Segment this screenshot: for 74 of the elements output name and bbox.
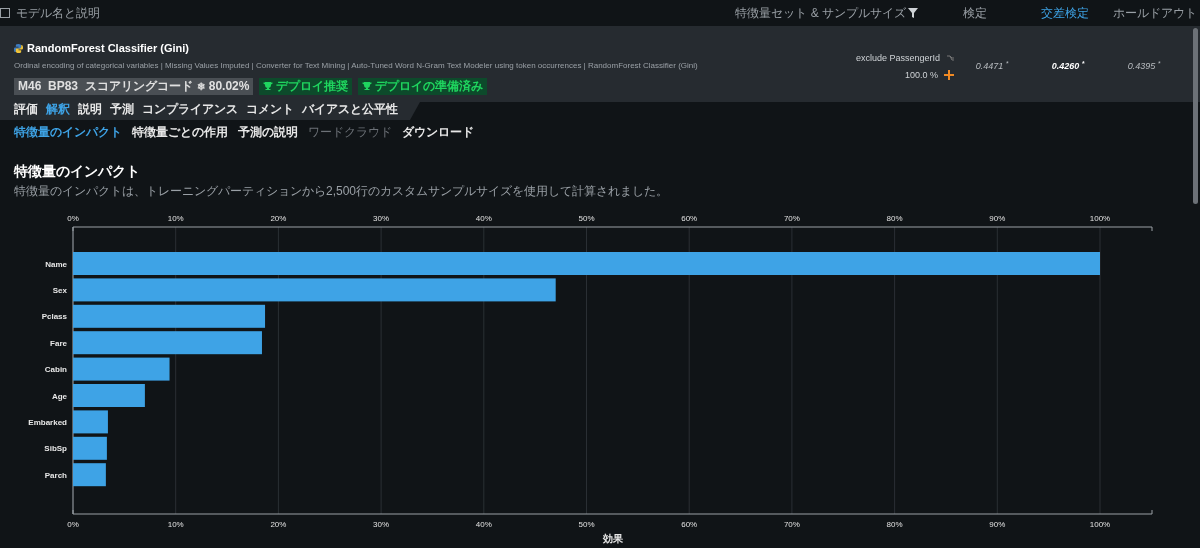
- category-label: Sex: [52, 285, 67, 295]
- tab[interactable]: 解釈: [46, 102, 70, 116]
- category-label: SibSp: [44, 444, 67, 454]
- tick-label: 30%: [373, 520, 390, 529]
- checkbox[interactable]: [0, 8, 10, 18]
- model-description: Ordinal encoding of categorical variables | Missing Values Imputed | Converter for Text Mining | Auto-Tuned Word N-Gram Text Modeler using token occurrences | RandomForest Classifier (Gini): [14, 59, 699, 72]
- category-label: Cabin: [44, 365, 67, 375]
- section-subtitle: 特徴量のインパクトは、トレーニングパーティションから2,500行のカスタムサンプルサイズを使用して計算されました。: [13, 183, 670, 200]
- tick-label: 20%: [270, 520, 287, 529]
- column-header[interactable]: 検定: [963, 4, 987, 22]
- tick-label: 70%: [783, 214, 800, 223]
- tick-label: 30%: [373, 214, 390, 223]
- score-value: 0.4471 $^{*}$: [975, 60, 1009, 73]
- tab[interactable]: 評価: [14, 102, 38, 116]
- score-value: 0.4395 $^{*}$: [1127, 60, 1161, 73]
- badge-text: M46 BP83 スコアリングコード: [18, 78, 193, 94]
- tick-label: 10%: [167, 214, 184, 223]
- tick-label: 60%: [681, 520, 698, 529]
- subtab[interactable]: 特徴量のインパクト: [14, 123, 122, 141]
- column-header[interactable]: ホールドアウト: [1113, 4, 1197, 22]
- tick-label: 100%: [1089, 214, 1111, 223]
- plus-icon[interactable]: [944, 70, 954, 81]
- tick-label: 50%: [578, 520, 595, 529]
- tick-label: 90%: [989, 520, 1006, 529]
- category-label: Name: [45, 259, 67, 269]
- axis-title: 効果: [602, 533, 623, 544]
- bar: [73, 384, 145, 407]
- category-label: Embarked: [28, 417, 67, 427]
- tick-label: 20%: [270, 214, 287, 223]
- tick-label: 70%: [783, 520, 800, 529]
- category-label: Pclass: [41, 312, 67, 322]
- tab[interactable]: バイアスと公平性: [302, 102, 398, 116]
- python-icon: [14, 43, 23, 53]
- tab[interactable]: コンプライアンス: [142, 102, 238, 116]
- tick-label: 80%: [886, 214, 903, 223]
- column-label: モデル名と説明: [16, 5, 100, 22]
- tick-label: 50%: [578, 214, 595, 223]
- category-label: Age: [51, 391, 67, 401]
- tick-label: 80%: [886, 520, 903, 529]
- category-label: Parch: [44, 470, 67, 480]
- scrollbar[interactable]: [1193, 28, 1198, 204]
- tab[interactable]: 説明: [78, 102, 102, 116]
- bar: [73, 463, 106, 487]
- sample-size: 100.0 %: [904, 68, 938, 82]
- tab[interactable]: 予測: [110, 102, 134, 116]
- tick-label: 60%: [681, 214, 698, 223]
- badge-text: デプロイ推奨: [276, 78, 349, 94]
- badge-percent: 80.02%: [208, 78, 250, 94]
- category-label: Fare: [50, 338, 67, 348]
- column-header[interactable]: 特徴量セット & サンプルサイズ: [735, 4, 906, 22]
- trophy-icon: [362, 81, 373, 91]
- filter-icon[interactable]: [908, 8, 918, 18]
- tick-label: 40%: [475, 214, 492, 223]
- bar: [73, 436, 107, 460]
- model-name[interactable]: RandomForest Classifier (Gini): [27, 40, 189, 57]
- feature-set: exclude PassengerId: [855, 52, 940, 65]
- tick-label: 10%: [167, 520, 184, 529]
- tick-label: 0%: [67, 214, 79, 223]
- bar: [73, 410, 108, 434]
- network-icon: [946, 55, 954, 63]
- subtab[interactable]: 予測の説明: [238, 123, 298, 141]
- column-header[interactable]: 交差検定: [1041, 4, 1089, 22]
- tab[interactable]: コメント: [246, 102, 294, 116]
- badge-text: デプロイの準備済み: [375, 78, 484, 94]
- trophy-icon: [263, 81, 274, 91]
- tick-label: 0%: [67, 520, 79, 529]
- tick-label: 90%: [989, 214, 1006, 223]
- tick-label: 100%: [1089, 520, 1111, 529]
- score-value: 0.4260 $^{*}$: [1051, 60, 1085, 73]
- tick-label: 40%: [475, 520, 492, 529]
- section-title: 特徴量のインパクト: [12, 162, 141, 181]
- subtab[interactable]: ダウンロード: [402, 123, 474, 141]
- snowflake-icon: ❄: [196, 78, 205, 94]
- subtab[interactable]: 特徴量ごとの作用: [132, 123, 228, 141]
